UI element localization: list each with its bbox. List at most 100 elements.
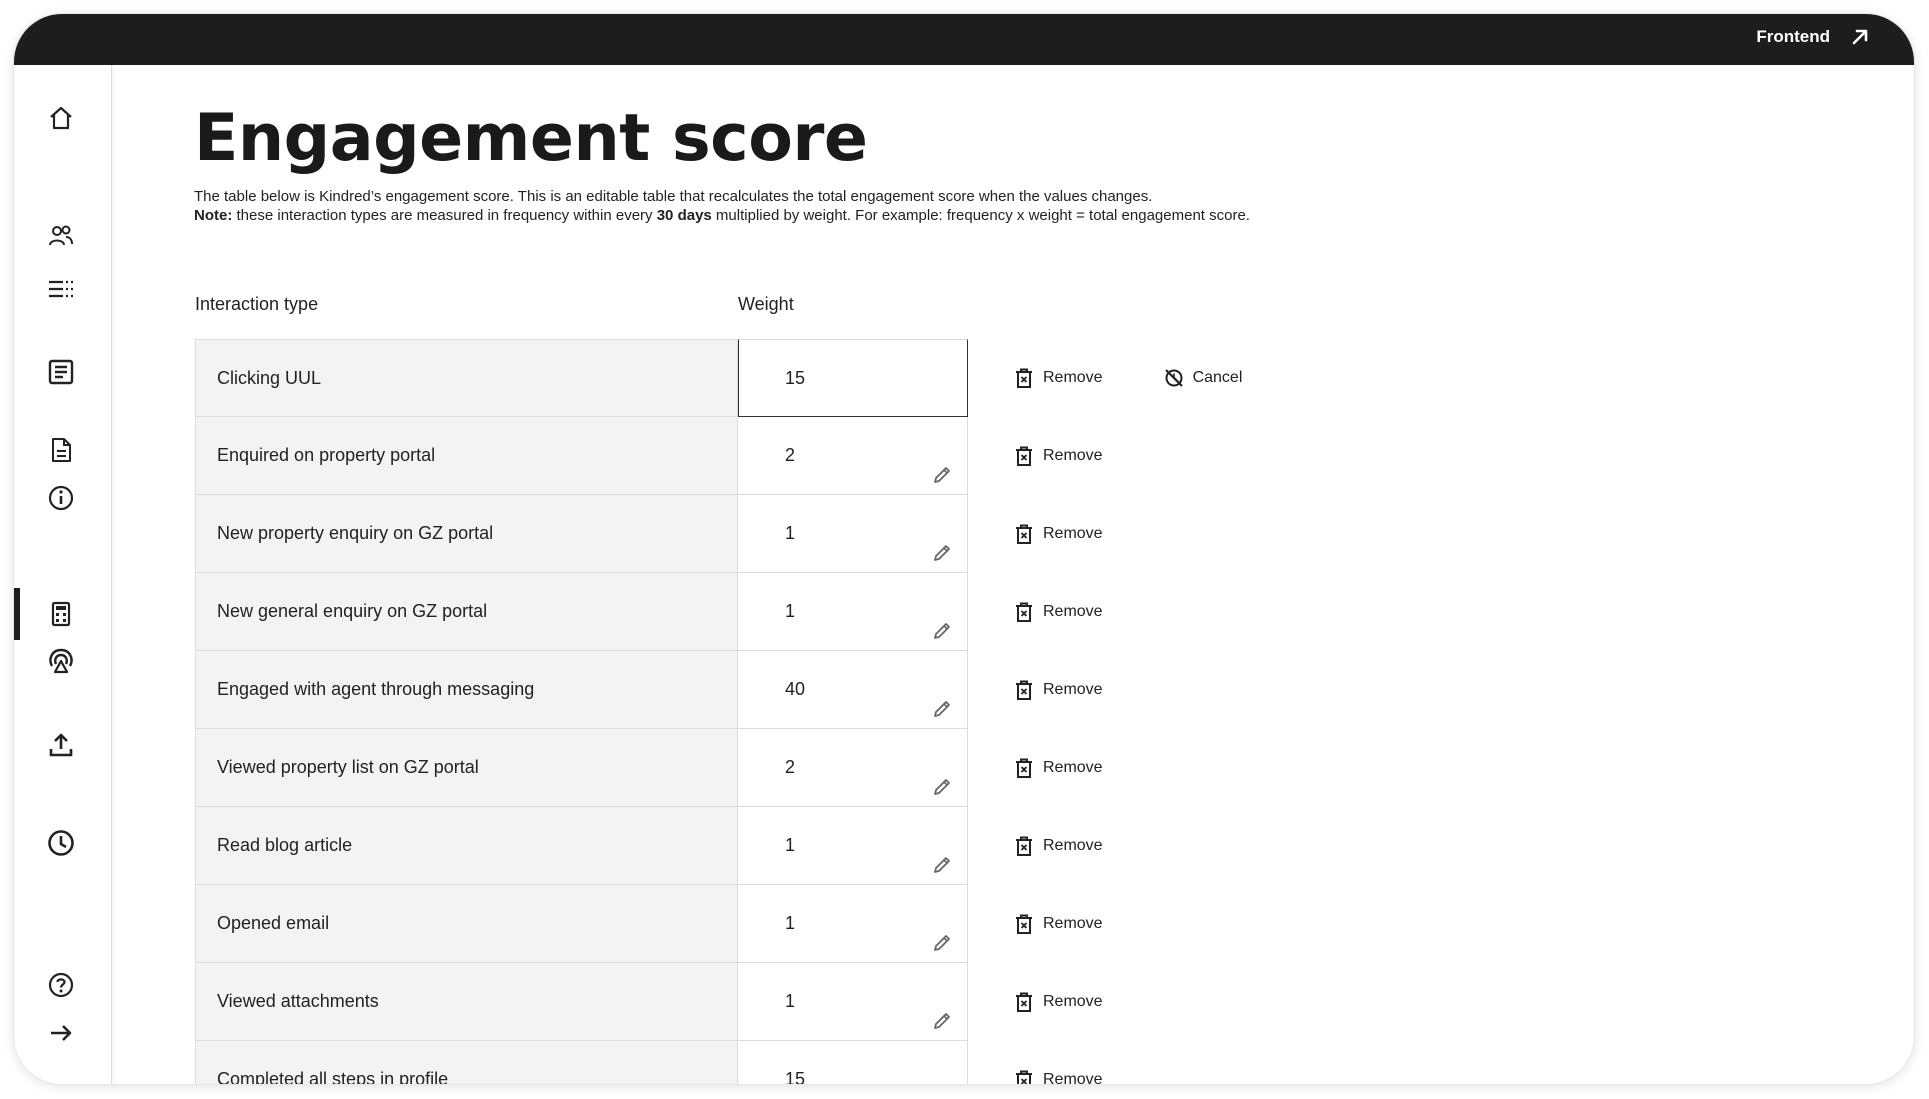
- remove-button[interactable]: Remove: [1013, 601, 1103, 623]
- trash-icon: [1016, 758, 1032, 778]
- weight-value: 15: [785, 1069, 806, 1084]
- interaction-type-cell: Engaged with agent through messaging: [195, 651, 738, 729]
- remove-button[interactable]: Remove: [1013, 1069, 1103, 1084]
- remove-button[interactable]: Remove: [1013, 913, 1103, 935]
- nav-users[interactable]: [46, 221, 76, 251]
- nav-articles[interactable]: [46, 357, 76, 387]
- weight-input[interactable]: 15: [738, 339, 968, 417]
- info-icon: [48, 485, 74, 511]
- clock-icon: [48, 830, 74, 856]
- table-row: Opened email 1 Remove: [195, 885, 1103, 963]
- table-row: Engaged with agent through messaging 40 …: [195, 651, 1103, 729]
- column-header-weight: Weight: [738, 294, 794, 314]
- top-bar: Frontend: [14, 14, 1914, 65]
- remove-label: Remove: [1043, 837, 1103, 854]
- weight-cell: 40: [738, 651, 968, 729]
- pencil-icon[interactable]: [931, 464, 953, 486]
- nav-upload[interactable]: [46, 730, 76, 760]
- row-actions: Remove: [1013, 573, 1103, 651]
- nav-signal[interactable]: [46, 645, 76, 675]
- interaction-type-cell: Viewed attachments: [195, 963, 738, 1041]
- remove-button[interactable]: Remove: [1013, 679, 1103, 701]
- calculator-icon: [51, 601, 71, 627]
- remove-label: Remove: [1043, 993, 1103, 1010]
- app-window: Frontend Engagement score The table belo…: [14, 14, 1914, 1084]
- weight-value: 1: [785, 835, 796, 855]
- row-actions: Remove: [1013, 495, 1103, 573]
- table-row: Viewed property list on GZ portal 2 Remo…: [195, 729, 1103, 807]
- weight-value: 40: [785, 679, 806, 699]
- weight-cell: 2: [738, 729, 968, 807]
- frontend-link[interactable]: Frontend: [1756, 27, 1870, 47]
- remove-label: Remove: [1043, 369, 1103, 386]
- note-text-a: these interaction types are measured in …: [232, 207, 657, 224]
- main-content: Engagement score The table below is Kind…: [194, 65, 1914, 1084]
- nav-documents[interactable]: [46, 435, 76, 465]
- trash-icon: [1016, 602, 1032, 622]
- note-days: 30 days: [656, 207, 712, 224]
- interaction-type-cell: Read blog article: [195, 807, 738, 885]
- pencil-icon[interactable]: [931, 1010, 953, 1032]
- cancel-button[interactable]: Cancel: [1163, 367, 1242, 389]
- pencil-icon[interactable]: [931, 932, 953, 954]
- weight-value: 1: [785, 601, 796, 621]
- trash-icon: [1016, 680, 1032, 700]
- row-actions: Remove Cancel: [1013, 339, 1242, 417]
- row-actions: Remove: [1013, 729, 1103, 807]
- note-label: Note:: [194, 207, 233, 224]
- remove-button[interactable]: Remove: [1013, 445, 1103, 467]
- remove-button[interactable]: Remove: [1013, 523, 1103, 545]
- remove-button[interactable]: Remove: [1013, 367, 1103, 389]
- weight-value: 1: [785, 991, 796, 1011]
- weight-value: 1: [785, 523, 796, 543]
- nav-home[interactable]: [46, 103, 76, 133]
- description-line: The table below is Kindred’s engagement …: [194, 188, 1153, 205]
- pencil-icon[interactable]: [931, 854, 953, 876]
- weight-cell: 1: [738, 963, 968, 1041]
- article-icon: [48, 359, 74, 385]
- weight-value: 1: [785, 913, 796, 933]
- weight-cell: 1: [738, 573, 968, 651]
- nav-calculator[interactable]: [46, 599, 76, 629]
- upload-icon: [49, 733, 73, 757]
- pencil-icon[interactable]: [931, 776, 953, 798]
- column-header-interaction-type: Interaction type: [195, 294, 319, 314]
- interaction-type-cell: Clicking UUL: [195, 339, 738, 417]
- engagement-table: Clicking UUL 15 Remove Cancel Enquired o…: [195, 339, 1242, 1084]
- trash-icon: [1016, 992, 1032, 1012]
- row-actions: Remove: [1013, 1041, 1103, 1084]
- list-icon: [49, 280, 73, 298]
- arrow-up-right-icon: [1852, 29, 1868, 45]
- nav-expand[interactable]: [46, 1018, 76, 1048]
- remove-label: Remove: [1043, 915, 1103, 932]
- nav-help[interactable]: [46, 970, 76, 1000]
- remove-label: Remove: [1043, 759, 1103, 776]
- weight-value: 2: [785, 757, 796, 777]
- remove-button[interactable]: Remove: [1013, 835, 1103, 857]
- weight-cell: 1: [738, 807, 968, 885]
- page-description: The table below is Kindred’s engagement …: [194, 187, 1394, 225]
- remove-label: Remove: [1043, 525, 1103, 542]
- table-row: Enquired on property portal 2 Remove: [195, 417, 1103, 495]
- remove-label: Remove: [1043, 1071, 1103, 1084]
- remove-button[interactable]: Remove: [1013, 757, 1103, 779]
- interaction-type-cell: Opened email: [195, 885, 738, 963]
- table-row: Clicking UUL 15 Remove Cancel: [195, 339, 1242, 417]
- weight-value: 2: [785, 445, 796, 465]
- weight-cell: 1: [738, 495, 968, 573]
- interaction-type-cell: Enquired on property portal: [195, 417, 738, 495]
- row-actions: Remove: [1013, 651, 1103, 729]
- pencil-icon[interactable]: [931, 698, 953, 720]
- trash-icon: [1016, 1070, 1032, 1084]
- remove-label: Remove: [1043, 681, 1103, 698]
- nav-history[interactable]: [46, 828, 76, 858]
- help-icon: [48, 972, 74, 998]
- pencil-icon[interactable]: [931, 542, 953, 564]
- weight-value: 15: [785, 367, 806, 388]
- trash-icon: [1016, 368, 1032, 388]
- row-actions: Remove: [1013, 963, 1103, 1041]
- nav-info[interactable]: [46, 483, 76, 513]
- nav-list[interactable]: [46, 274, 76, 304]
- remove-button[interactable]: Remove: [1013, 991, 1103, 1013]
- pencil-icon[interactable]: [931, 620, 953, 642]
